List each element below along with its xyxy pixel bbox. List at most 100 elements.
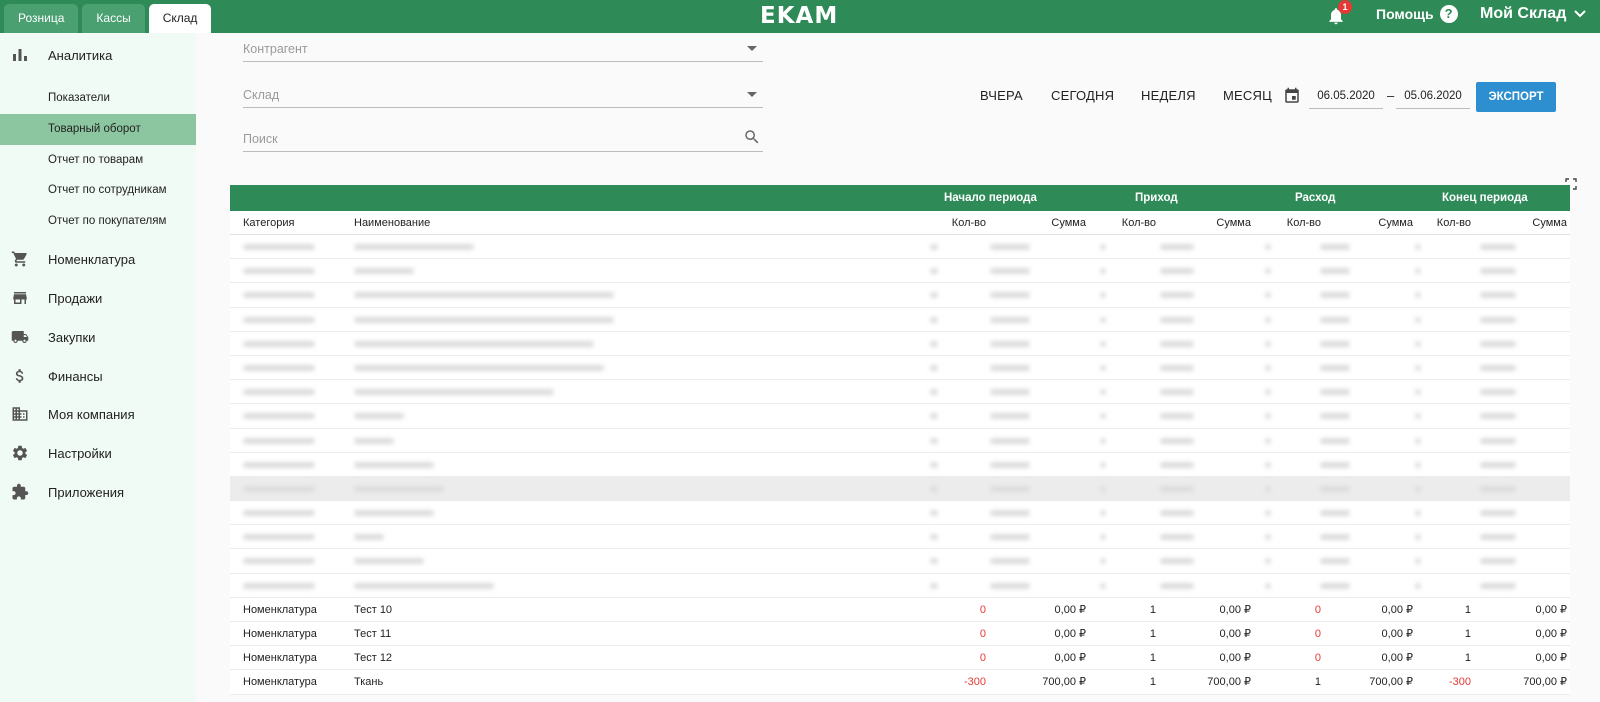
obscured-cell — [1100, 268, 1106, 275]
column-qty[interactable]: Кол-во — [880, 211, 986, 235]
cell-sum: 700,00 ₽ — [1369, 676, 1413, 689]
cell-qty: 1 — [1149, 652, 1156, 665]
table-row-obscured[interactable] — [230, 549, 1570, 574]
ekam-logo[interactable]: EKAM — [760, 3, 838, 29]
table-row[interactable]: Номенклатура Тест 12 0 0,00 ₽ 1 0,00 ₽ 0 0,00 ₽… — [230, 646, 1570, 671]
column-qty[interactable]: Кол-во — [1365, 211, 1471, 235]
column-qty[interactable]: Кол-во — [1050, 211, 1156, 235]
tab-warehouse[interactable]: Склад — [148, 4, 212, 33]
search-input[interactable] — [243, 128, 763, 150]
obscured-cell — [1160, 461, 1194, 468]
obscured-cell — [930, 268, 938, 275]
caret-down-icon[interactable] — [747, 46, 757, 51]
obscured-cell — [1265, 268, 1271, 275]
sidebar-item-purchases[interactable]: Закупки — [0, 318, 196, 357]
sidebar-subitem-employees-report[interactable]: Отчет по сотрудникам — [0, 175, 196, 206]
table-row[interactable]: Номенклатура Ткань -300 700,00 ₽ 1 700,00 ₽ 1 7… — [230, 670, 1570, 695]
sidebar-item-my-company[interactable]: Моя компания — [0, 395, 196, 434]
table-row-obscured[interactable] — [230, 235, 1570, 260]
obscured-cell — [990, 389, 1030, 396]
obscured-cell — [1265, 582, 1271, 589]
truck-icon — [11, 331, 29, 343]
obscured-cell — [1320, 364, 1350, 371]
warehouse-input[interactable] — [243, 84, 763, 106]
period-today-button[interactable]: СЕГОДНЯ — [1051, 88, 1114, 103]
sidebar-subitem-goods-report[interactable]: Отчет по товарам — [0, 145, 196, 176]
obscured-cell — [930, 292, 938, 299]
calendar-icon[interactable] — [1283, 87, 1301, 105]
table-row-obscured[interactable] — [230, 525, 1570, 550]
sidebar-item-sales[interactable]: Продажи — [0, 279, 196, 318]
sidebar-subitem-goods-turnover[interactable]: Товарный оборот — [0, 114, 196, 145]
obscured-cell — [1415, 389, 1421, 396]
counterparty-input[interactable] — [243, 38, 763, 60]
date-from-input[interactable]: 06.05.2020 — [1309, 85, 1383, 109]
table-row-obscured[interactable] — [230, 380, 1570, 405]
obscured-cell — [243, 292, 315, 299]
cell-sum: 700,00 ₽ — [1207, 676, 1251, 689]
export-button[interactable]: ЭКСПОРТ — [1476, 82, 1556, 112]
tab-retail[interactable]: Розница — [4, 4, 79, 33]
cell-qty: 0 — [979, 628, 986, 640]
table-row-obscured[interactable] — [230, 283, 1570, 308]
obscured-cell — [1320, 244, 1350, 250]
column-qty[interactable]: Кол-во — [1215, 211, 1321, 235]
table-row-obscured[interactable] — [230, 404, 1570, 429]
table-row-obscured[interactable] — [230, 501, 1570, 526]
sidebar-item-finance[interactable]: Финансы — [0, 357, 196, 396]
sidebar-item-analytics[interactable]: Аналитика — [0, 36, 196, 75]
obscured-cell — [990, 558, 1030, 565]
account-menu[interactable]: Мой Склад — [1480, 0, 1587, 28]
date-to-input[interactable]: 05.06.2020 — [1396, 85, 1470, 109]
search-field[interactable] — [243, 128, 763, 152]
cell-qty: 1 — [1464, 628, 1471, 640]
table-row-obscured[interactable] — [230, 428, 1570, 453]
sidebar-subitem-customers-report[interactable]: Отчет по покупателям — [0, 206, 196, 237]
cell-name: Тест 12 — [354, 652, 393, 665]
sidebar-item-nomenclature[interactable]: Номенклатура — [0, 240, 196, 279]
sidebar: Аналитика Показатели Товарный оборот Отч… — [0, 33, 196, 702]
obscured-cell — [1415, 437, 1421, 444]
counterparty-select[interactable] — [243, 38, 763, 62]
obscured-cell — [990, 534, 1030, 541]
obscured-cell — [1415, 461, 1421, 468]
cell-name: Ткань — [354, 676, 384, 689]
table-row[interactable]: Номенклатура Тест 10 0 0,00 ₽ 1 0,00 ₽ 0 0,00 ₽… — [230, 597, 1570, 622]
table-row-obscured[interactable] — [230, 355, 1570, 381]
cell-sum: 700,00 ₽ — [1042, 676, 1086, 689]
obscured-cell — [930, 534, 938, 541]
table-row-obscured[interactable] — [230, 331, 1570, 356]
table-row-obscured[interactable] — [230, 573, 1570, 598]
obscured-cell — [243, 413, 315, 420]
sidebar-item-apps[interactable]: Приложения — [0, 473, 196, 512]
help-button[interactable]: Помощь ? — [1376, 0, 1458, 28]
period-week-button[interactable]: НЕДЕЛЯ — [1141, 88, 1196, 103]
column-category[interactable]: Категория — [243, 211, 294, 235]
top-bar: Розница Кассы Склад EKAM 1 Помощь ? Мой … — [0, 0, 1600, 33]
table-row-obscured[interactable] — [230, 452, 1570, 477]
tab-cashboxes[interactable]: Кассы — [82, 4, 145, 33]
obscured-cell — [1100, 413, 1106, 420]
column-sum[interactable]: Сумма — [1471, 211, 1567, 235]
period-month-button[interactable]: МЕСЯЦ — [1223, 88, 1272, 103]
table-row-obscured[interactable] — [230, 307, 1570, 332]
obscured-cell — [243, 485, 315, 492]
cell-category: Номенклатура — [243, 676, 317, 689]
cart-icon — [11, 251, 27, 267]
obscured-cell — [1100, 485, 1106, 492]
table-row-obscured[interactable] — [230, 259, 1570, 284]
period-yesterday-button[interactable]: ВЧЕРА — [980, 88, 1023, 103]
warehouse-select[interactable] — [243, 84, 763, 108]
obscured-cell — [1160, 413, 1194, 420]
table-row[interactable]: Номенклатура Тест 11 0 0,00 ₽ 1 0,00 ₽ 0 0,00 ₽… — [230, 622, 1570, 647]
table-row-obscured[interactable] — [230, 476, 1570, 502]
dollar-icon — [15, 369, 24, 383]
search-icon[interactable] — [743, 128, 761, 146]
column-name[interactable]: Наименование — [354, 211, 430, 235]
sidebar-item-settings[interactable]: Настройки — [0, 434, 196, 473]
obscured-cell — [990, 461, 1030, 468]
sidebar-subitem-indicators[interactable]: Показатели — [0, 83, 196, 114]
caret-down-icon[interactable] — [747, 92, 757, 97]
cell-sum: 0,00 ₽ — [1535, 603, 1567, 616]
obscured-cell — [1265, 389, 1271, 396]
